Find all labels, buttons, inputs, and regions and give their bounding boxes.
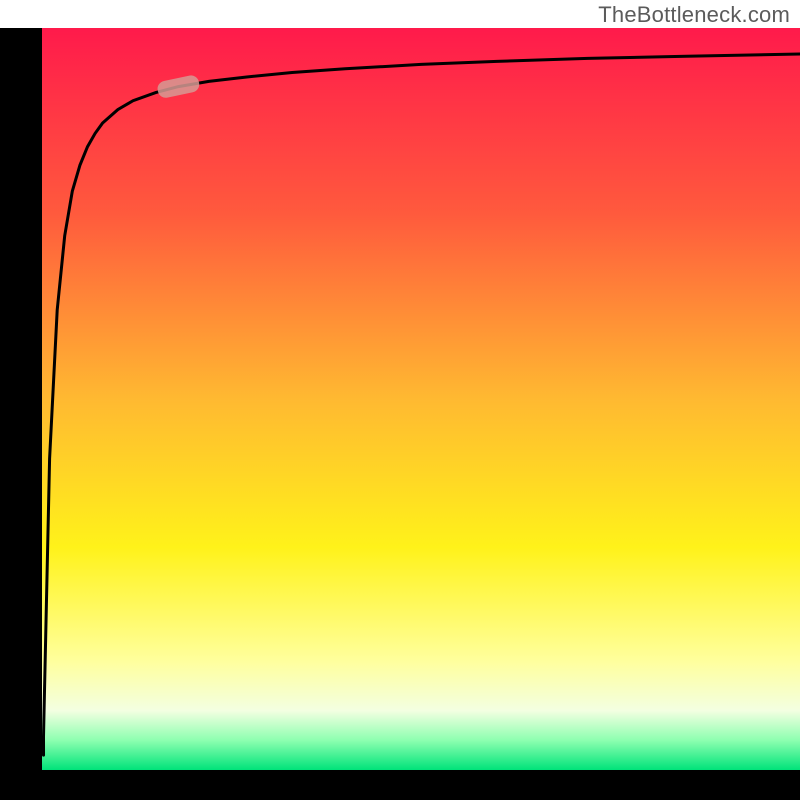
axis-bottom bbox=[0, 770, 800, 800]
bottleneck-chart bbox=[0, 0, 800, 800]
axis-left bbox=[0, 28, 42, 800]
plot-background bbox=[42, 28, 800, 770]
